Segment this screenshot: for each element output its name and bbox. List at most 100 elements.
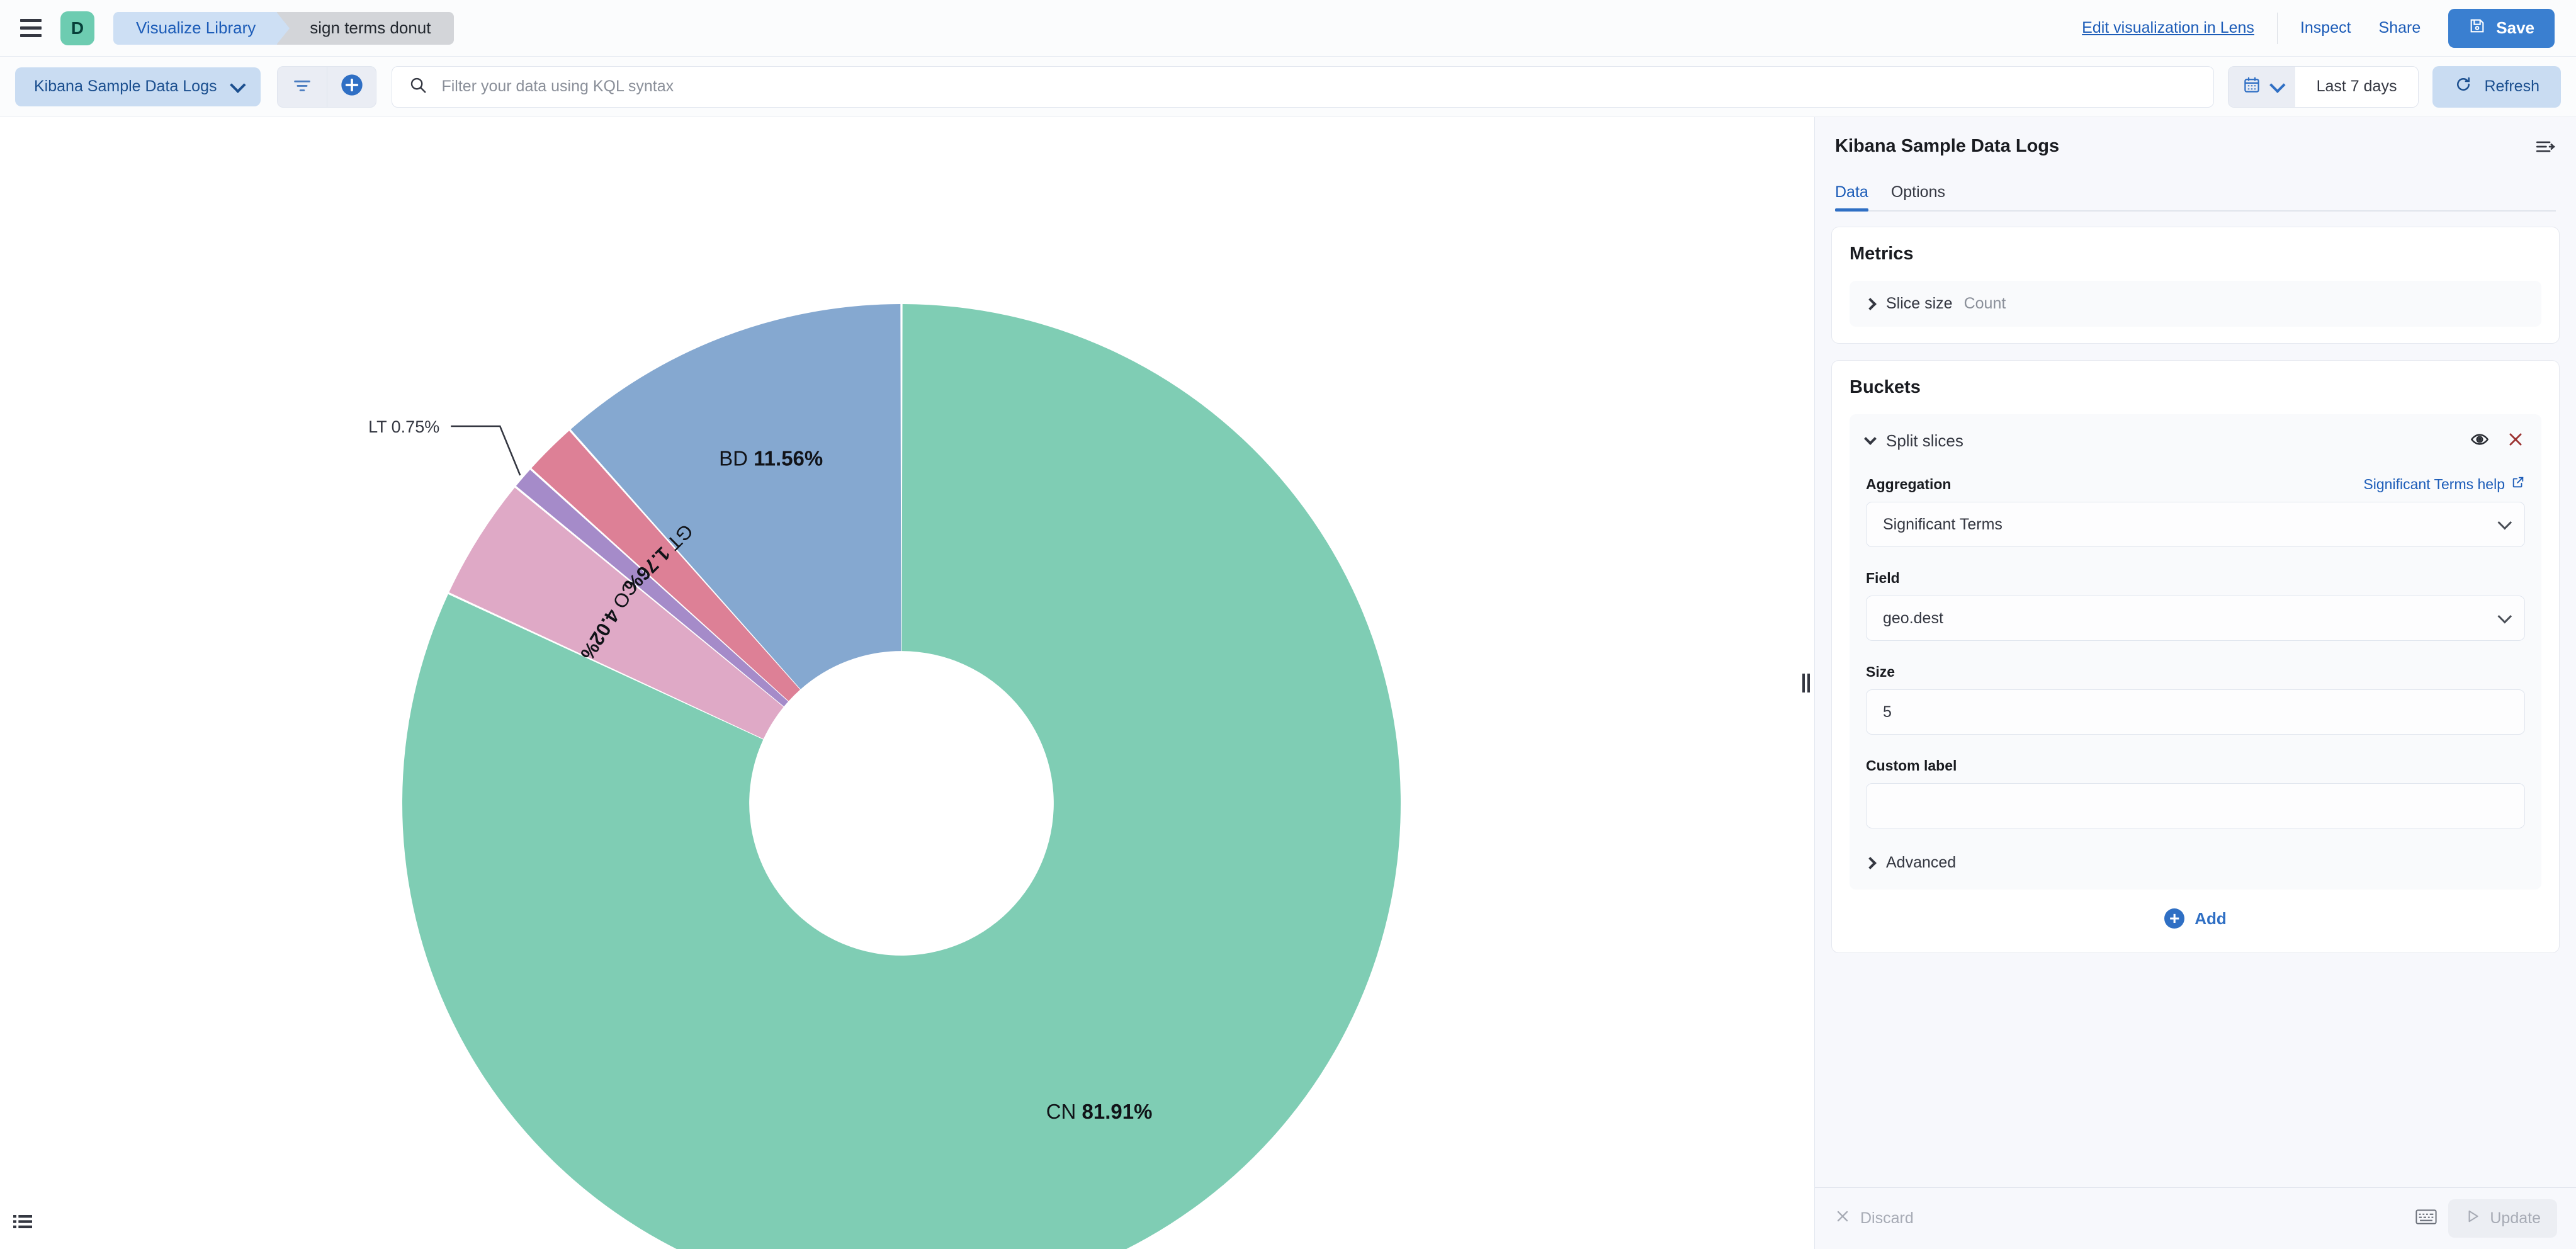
panel-header: Kibana Sample Data Logs Data Options bbox=[1815, 117, 2576, 212]
panel-body: Metrics Slice size Count Buckets Split s… bbox=[1815, 212, 2576, 1187]
calendar-icon bbox=[2242, 76, 2261, 98]
custom-label-field[interactable] bbox=[1866, 783, 2525, 828]
save-button[interactable]: Save bbox=[2448, 8, 2555, 48]
close-x-icon[interactable] bbox=[2506, 430, 2525, 452]
aggregation-select[interactable]: Significant Terms bbox=[1866, 502, 2525, 547]
panel-tabs: Data Options bbox=[1835, 183, 2556, 212]
search-icon bbox=[409, 76, 427, 98]
size-label-row: Size bbox=[1866, 664, 2525, 681]
filter-icon bbox=[291, 74, 313, 99]
add-filter-plus-icon bbox=[339, 72, 364, 101]
slice-callout-line-lt bbox=[451, 425, 521, 476]
update-button-label: Update bbox=[2490, 1209, 2541, 1227]
slice-size-value: Count bbox=[1963, 295, 2006, 312]
chevron-down-icon bbox=[2497, 609, 2512, 624]
app-avatar-badge: D bbox=[60, 11, 94, 45]
significant-terms-help-link[interactable]: Significant Terms help bbox=[2363, 475, 2525, 493]
field-label: Field bbox=[1866, 570, 1900, 586]
split-slices-header[interactable]: Split slices bbox=[1864, 429, 2525, 453]
query-bar: Kibana Sample Data Logs Filter your data… bbox=[0, 57, 2576, 116]
size-input[interactable] bbox=[1883, 703, 2508, 721]
filter-controls bbox=[277, 65, 377, 108]
date-quick-select-button[interactable] bbox=[2228, 66, 2295, 107]
field-value: geo.dest bbox=[1883, 609, 1943, 627]
search-field-wrapper[interactable] bbox=[392, 65, 2214, 108]
index-pattern-selector[interactable]: Kibana Sample Data Logs bbox=[15, 67, 261, 106]
tab-options[interactable]: Options bbox=[1891, 183, 1945, 210]
buckets-card: Buckets Split slices Aggregation Signifi… bbox=[1831, 360, 2560, 953]
slice-size-label: Slice size bbox=[1886, 295, 1953, 312]
top-navigation-bar: D Visualize Library sign terms donut Edi… bbox=[0, 0, 2576, 57]
legend-list-icon[interactable] bbox=[8, 1206, 38, 1236]
save-button-label: Save bbox=[2496, 18, 2534, 37]
chevron-down-icon bbox=[230, 76, 247, 93]
chevron-down-icon bbox=[2269, 76, 2286, 93]
tab-data[interactable]: Data bbox=[1835, 183, 1868, 212]
breadcrumb: Visualize Library sign terms donut bbox=[113, 11, 454, 45]
update-button[interactable]: Update bbox=[2448, 1199, 2557, 1238]
metric-slice-size-row[interactable]: Slice size Count bbox=[1850, 281, 2541, 327]
advanced-toggle[interactable]: Advanced bbox=[1864, 854, 2525, 872]
discard-button[interactable]: Discard bbox=[1834, 1207, 1914, 1229]
custom-label-input[interactable] bbox=[1883, 796, 2508, 815]
panel-title: Kibana Sample Data Logs bbox=[1835, 136, 2060, 156]
external-link-icon bbox=[2511, 475, 2525, 493]
add-bucket-button[interactable]: + Add bbox=[1850, 890, 2541, 936]
refresh-icon bbox=[2454, 75, 2473, 98]
index-pattern-label: Kibana Sample Data Logs bbox=[34, 77, 217, 95]
date-range-display[interactable]: Last 7 days bbox=[2295, 66, 2419, 107]
custom-label-label: Custom label bbox=[1866, 757, 1957, 774]
search-input[interactable] bbox=[441, 77, 2197, 96]
chevron-down-icon bbox=[2497, 515, 2512, 530]
save-disk-icon bbox=[2468, 17, 2486, 39]
advanced-label: Advanced bbox=[1886, 854, 1957, 871]
collapse-panel-icon[interactable] bbox=[2534, 136, 2556, 161]
add-button-label: Add bbox=[2195, 908, 2227, 928]
date-picker-group: Last 7 days bbox=[2227, 65, 2419, 108]
chevron-right-icon bbox=[1864, 856, 1877, 869]
discard-button-label: Discard bbox=[1860, 1209, 1914, 1227]
nav-divider bbox=[2276, 12, 2278, 44]
nav-actions: Edit visualization in Lens Inspect Share… bbox=[2082, 8, 2555, 48]
aggregation-label: Aggregation bbox=[1866, 476, 1952, 492]
panel-footer: Discard Update bbox=[1815, 1187, 2576, 1249]
slice-label-lt: LT 0.75% bbox=[368, 417, 439, 436]
editor-side-panel: Kibana Sample Data Logs Data Options Met… bbox=[1814, 117, 2576, 1249]
close-x-icon bbox=[1834, 1207, 1851, 1229]
breadcrumb-item-visualize-library[interactable]: Visualize Library bbox=[113, 11, 290, 45]
custom-label-label-row: Custom label bbox=[1866, 757, 2525, 774]
buckets-title: Buckets bbox=[1850, 377, 1921, 397]
visualization-canvas: LT 0.75% CN 81.91% CO 4.02% GT 1.76% BD 11.… bbox=[0, 117, 1798, 1249]
field-select[interactable]: geo.dest bbox=[1866, 596, 2525, 641]
breadcrumb-item-current[interactable]: sign terms donut bbox=[277, 11, 454, 45]
chevron-down-icon bbox=[1864, 432, 1877, 445]
field-label-row: Field bbox=[1866, 570, 2525, 587]
aggregation-value: Significant Terms bbox=[1883, 515, 2003, 533]
keyboard-icon[interactable] bbox=[2415, 1207, 2437, 1229]
eye-icon[interactable] bbox=[2470, 429, 2490, 453]
metrics-title: Metrics bbox=[1850, 244, 1914, 264]
pie-slice-cn[interactable] bbox=[402, 304, 1401, 1249]
size-label: Size bbox=[1866, 664, 1895, 680]
split-slices-bucket: Split slices Aggregation Significant Ter… bbox=[1850, 414, 2541, 890]
plus-circle-icon: + bbox=[2164, 908, 2185, 929]
help-link-label: Significant Terms help bbox=[2363, 475, 2505, 492]
hamburger-menu-icon[interactable] bbox=[16, 14, 45, 43]
play-triangle-icon bbox=[2465, 1208, 2481, 1229]
filter-options-button[interactable] bbox=[278, 67, 327, 107]
refresh-button-label: Refresh bbox=[2484, 77, 2539, 95]
slice-label-bd: BD 11.56% bbox=[719, 446, 823, 470]
split-slices-label: Split slices bbox=[1886, 431, 1963, 450]
add-filter-button[interactable] bbox=[327, 66, 376, 107]
edit-visualization-in-lens-link[interactable]: Edit visualization in Lens bbox=[2082, 19, 2254, 37]
donut-chart[interactable]: LT 0.75% CN 81.91%CO 4.02%GT 1.76%BD 11.… bbox=[0, 117, 1798, 1249]
share-button[interactable]: Share bbox=[2379, 19, 2421, 37]
slice-label-cn: CN 81.91% bbox=[1046, 1100, 1153, 1123]
size-field[interactable] bbox=[1866, 689, 2525, 735]
inspect-button[interactable]: Inspect bbox=[2300, 19, 2351, 37]
panel-resize-handle[interactable] bbox=[1798, 117, 1814, 1249]
metrics-card: Metrics Slice size Count bbox=[1831, 227, 2560, 344]
refresh-button[interactable]: Refresh bbox=[2432, 65, 2561, 108]
aggregation-label-row: Aggregation Significant Terms help bbox=[1866, 475, 2525, 493]
chevron-right-icon bbox=[1864, 297, 1877, 310]
